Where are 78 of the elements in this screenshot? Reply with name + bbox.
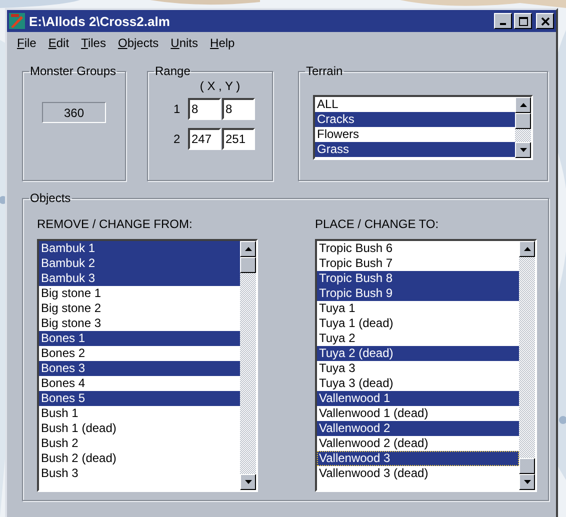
up-arrow-icon (520, 103, 526, 107)
scroll-up-button[interactable] (519, 241, 535, 257)
list-item[interactable]: Bambuk 3 (39, 271, 240, 286)
list-item[interactable]: Tuya 3 (dead) (317, 376, 519, 391)
list-item[interactable]: Big stone 3 (39, 316, 240, 331)
maximize-button[interactable] (514, 13, 532, 29)
menu-item[interactable]: Objects (112, 36, 165, 54)
list-item[interactable]: ALL (315, 97, 515, 112)
list-item[interactable]: Tuya 3 (317, 361, 519, 376)
list-item[interactable]: Flowers (315, 127, 515, 142)
list-item[interactable]: Vallenwood 3 (dead) (317, 466, 519, 481)
down-arrow-icon (524, 480, 530, 484)
list-item[interactable]: Tuya 1 (317, 301, 519, 316)
list-item[interactable]: Tropic Bush 6 (317, 241, 519, 256)
list-label: PLACE / CHANGE TO: (315, 217, 440, 231)
list-item[interactable]: Grass (315, 142, 515, 157)
scroll-thumb[interactable] (240, 257, 256, 273)
list-item[interactable]: Bush 2 (39, 436, 240, 451)
list-item[interactable]: Bones 2 (39, 346, 240, 361)
list-item[interactable]: Bones 3 (39, 361, 240, 376)
menu-item[interactable]: File (11, 36, 42, 54)
scroll-up-button[interactable] (515, 97, 531, 113)
row-label: 2 (174, 132, 182, 146)
y-field[interactable]: 251 (222, 128, 254, 150)
maximize-icon (518, 16, 528, 26)
scroll-down-button[interactable] (519, 474, 535, 490)
list-item[interactable]: Tuya 2 (dead) (317, 346, 519, 361)
list-item[interactable]: Vallenwood 2 (dead) (317, 436, 519, 451)
list-item[interactable]: Vallenwood 2 (317, 421, 519, 436)
list-item[interactable]: Bush 2 (dead) (39, 451, 240, 466)
list-item[interactable]: Big stone 1 (39, 286, 240, 301)
scroll-down-button[interactable] (515, 142, 531, 158)
window-title: E:\Allods 2\Cross2.alm (29, 14, 171, 28)
list-item[interactable]: Tropic Bush 7 (317, 256, 519, 271)
scroll-thumb[interactable] (515, 113, 531, 129)
list-item[interactable]: Vallenwood 3 (317, 451, 519, 466)
group-label: Terrain (305, 64, 344, 78)
list-item[interactable]: Vallenwood 1 (317, 391, 519, 406)
menu-item[interactable]: Edit (42, 36, 76, 54)
list-item[interactable]: Tuya 1 (dead) (317, 316, 519, 331)
x-field[interactable]: 247 (188, 128, 220, 150)
coordinate-header: ( X , Y ) (200, 79, 240, 93)
down-arrow-icon (244, 480, 252, 484)
scroll-down-button[interactable] (240, 474, 256, 490)
y-field[interactable]: 8 (222, 98, 254, 120)
close-icon (540, 16, 550, 26)
list-item[interactable]: Bambuk 2 (39, 256, 240, 271)
down-arrow-icon (520, 148, 526, 152)
group-label: Range (154, 64, 192, 78)
list-label: REMOVE / CHANGE FROM: (37, 217, 194, 231)
list-item[interactable]: Bush 3 (39, 466, 240, 481)
list-item[interactable]: Tuya 2 (317, 331, 519, 346)
menu-item[interactable]: Help (204, 36, 241, 54)
app-icon (9, 13, 25, 29)
list-item[interactable]: Bambuk 1 (39, 241, 240, 256)
list-item[interactable]: Bush 1 (dead) (39, 421, 240, 436)
monster-count-display: 360 (42, 102, 106, 123)
group-label: Objects (29, 191, 72, 205)
list-item[interactable]: Big stone 2 (39, 301, 240, 316)
list-item[interactable]: Bones 5 (39, 391, 240, 406)
list-item[interactable]: Tropic Bush 9 (317, 286, 519, 301)
scroll-up-button[interactable] (240, 241, 256, 257)
x-field[interactable]: 8 (188, 98, 220, 120)
menu-item[interactable]: Units (164, 36, 204, 54)
close-button[interactable] (536, 13, 554, 29)
up-arrow-icon (244, 247, 252, 251)
scroll-thumb[interactable] (519, 458, 535, 474)
row-label: 1 (174, 102, 182, 116)
up-arrow-icon (524, 247, 530, 251)
list-item[interactable]: Tropic Bush 8 (317, 271, 519, 286)
menu-item[interactable]: Tiles (75, 36, 112, 54)
minimize-button[interactable] (494, 13, 512, 29)
list-item[interactable]: Bones 4 (39, 376, 240, 391)
list-item[interactable]: Vallenwood 1 (dead) (317, 406, 519, 421)
list-item[interactable]: Bush 1 (39, 406, 240, 421)
list-item[interactable]: Bones 1 (39, 331, 240, 346)
list-item[interactable]: Cracks (315, 112, 515, 127)
group-label: Monster Groups (29, 64, 118, 78)
